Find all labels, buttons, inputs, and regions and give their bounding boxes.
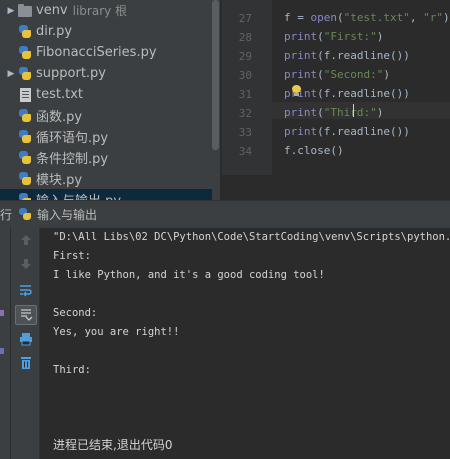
code-line[interactable]: print("Second:") <box>284 68 390 81</box>
tree-item-label: 输入与输出.py <box>36 190 121 200</box>
python-run-config-icon <box>18 207 32 222</box>
code-line[interactable]: print(f.readline()) <box>284 87 410 100</box>
code-line[interactable]: print("First:") <box>284 30 383 43</box>
code-line[interactable]: f = open("test.txt", "r") <box>284 11 450 24</box>
tree-item-suffix: library 根 <box>72 4 128 18</box>
line-number: 30 <box>238 69 252 82</box>
tree-item-label: 循环语句.py <box>36 131 109 146</box>
tree-item-fibonacci-py[interactable]: FibonacciSeries.py <box>0 42 212 63</box>
python-file-icon <box>18 24 32 39</box>
tree-item-label: test.txt <box>36 87 83 102</box>
tree-item-loops-py[interactable]: 循环语句.py <box>0 126 212 147</box>
line-number: 32 <box>238 107 252 120</box>
tree-item-conditions-py[interactable]: 条件控制.py <box>0 147 212 168</box>
line-number: 28 <box>238 31 252 44</box>
project-tree: ▶ venv library 根 dir.py FibonacciSeries.… <box>0 0 220 200</box>
tree-item-venv[interactable]: ▶ venv library 根 <box>0 0 212 21</box>
run-tool-label[interactable]: 行 <box>0 206 12 223</box>
tree-item-modules-py[interactable]: 模块.py <box>0 168 212 189</box>
tree-item-support-py[interactable]: ▶ support.py <box>0 63 212 84</box>
text-file-icon <box>20 87 31 102</box>
tree-scrollbar[interactable] <box>212 0 219 150</box>
favorites-marker[interactable] <box>0 348 4 354</box>
text-caret <box>353 104 354 117</box>
code-line[interactable]: f.close() <box>284 144 344 157</box>
folder-icon <box>18 4 32 17</box>
python-file-icon <box>18 108 32 123</box>
trash-icon[interactable] <box>15 353 37 373</box>
tree-item-label: 条件控制.py <box>36 152 109 167</box>
tree-item-label: dir.py <box>36 24 73 39</box>
console-line: Yes, you are right!! <box>53 326 180 338</box>
line-number: 31 <box>238 88 252 101</box>
console-line: Third: <box>53 364 91 376</box>
tree-item-io-py[interactable]: 输入与输出.py <box>0 189 212 200</box>
tree-item-label: 模块.py <box>36 173 83 188</box>
line-number-gutter: 27 28 29 30 31 32 33 34 <box>222 0 272 175</box>
tree-item-dir-py[interactable]: dir.py <box>0 21 212 42</box>
print-icon[interactable] <box>15 329 37 349</box>
console-line: I like Python, and it's a good coding to… <box>53 269 325 281</box>
code-line[interactable]: print(f.readline()) <box>284 49 410 62</box>
console-line: First: <box>53 250 91 262</box>
python-file-icon <box>18 192 32 200</box>
side-tool-strip <box>0 228 10 459</box>
tree-item-label: FibonacciSeries.py <box>36 45 157 60</box>
console-line: "D:\All Libs\02 DC\Python\Code\StartCodi… <box>53 231 450 243</box>
soft-wrap-icon[interactable] <box>15 280 37 300</box>
expand-arrow-icon[interactable]: ▶ <box>4 69 18 79</box>
tree-item-label: venv <box>36 3 68 18</box>
scroll-down-icon[interactable] <box>15 254 37 274</box>
python-file-icon <box>18 45 32 60</box>
line-number: 29 <box>238 50 252 63</box>
run-toolbar <box>11 228 40 459</box>
structure-marker[interactable] <box>0 310 4 316</box>
line-number: 27 <box>238 12 252 25</box>
intention-bulb-icon[interactable] <box>292 85 301 96</box>
tree-item-label: 函数.py <box>36 110 83 125</box>
code-line[interactable]: print("Third:") <box>284 106 383 119</box>
python-file-icon <box>18 150 32 165</box>
process-exit-message: 进程已结束,退出代码0 <box>53 438 173 452</box>
python-file-icon <box>18 66 32 81</box>
tree-item-label: support.py <box>36 66 106 81</box>
console-line: Second: <box>53 307 98 319</box>
line-number: 33 <box>238 126 252 139</box>
run-panel-header: 行 输入与输出 <box>0 200 450 228</box>
run-tab-label[interactable]: 输入与输出 <box>37 206 97 223</box>
code-line[interactable]: print(f.readline()) <box>284 125 410 138</box>
expand-arrow-icon[interactable]: ▶ <box>4 6 18 16</box>
line-number: 34 <box>238 145 252 158</box>
run-console-output[interactable]: "D:\All Libs\02 DC\Python\Code\StartCodi… <box>41 228 450 459</box>
rerun-up-icon[interactable] <box>15 230 37 250</box>
python-file-icon <box>18 171 32 186</box>
scroll-to-end-icon[interactable] <box>15 305 37 325</box>
tree-item-test-txt[interactable]: test.txt <box>0 84 212 105</box>
python-file-icon <box>18 129 32 144</box>
tree-item-functions-py[interactable]: 函数.py <box>0 105 212 126</box>
code-editor[interactable]: 27 28 29 30 31 32 33 34 f = open("test.t… <box>222 0 450 200</box>
